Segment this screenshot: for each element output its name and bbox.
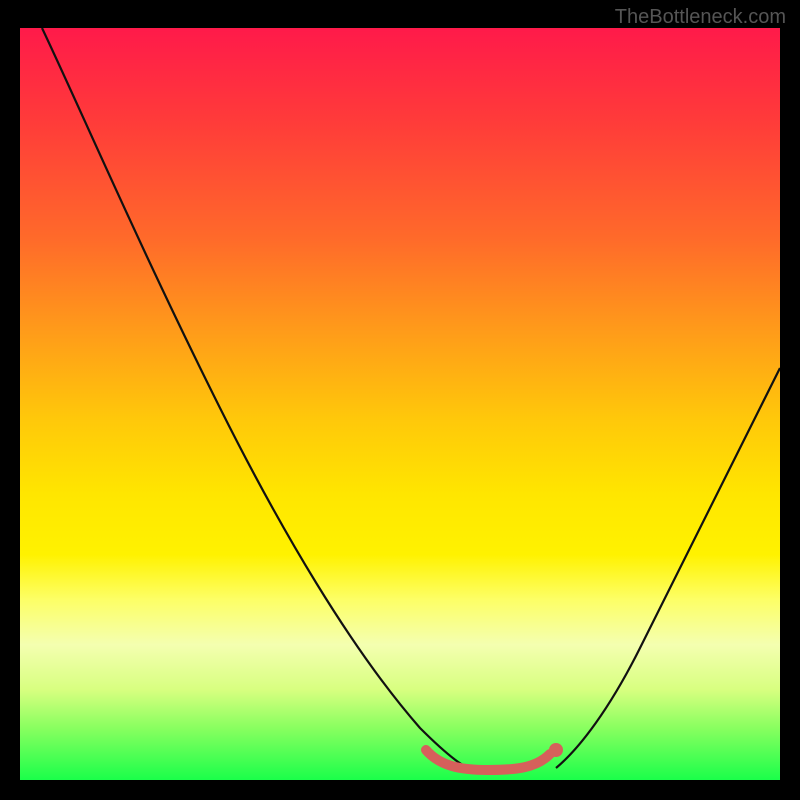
watermark-text: TheBottleneck.com <box>615 6 786 29</box>
plot-area <box>20 28 780 780</box>
curve-layer <box>20 28 780 780</box>
optimal-band-endpoint <box>549 743 563 757</box>
chart-frame <box>20 28 780 780</box>
optimal-band-indicator <box>426 750 550 770</box>
right-curve <box>556 368 780 768</box>
left-curve <box>42 28 476 772</box>
